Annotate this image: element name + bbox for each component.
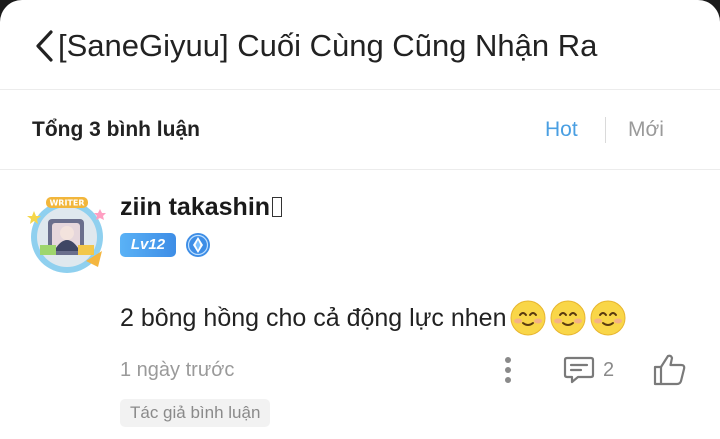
- comment-body: 2 bông hồng cho cả động lực nhen: [120, 298, 627, 338]
- smiley-emoji-icon: [590, 300, 625, 336]
- more-vertical-icon: [505, 357, 511, 383]
- header: [SaneGiyuu] Cuối Cùng Cũng Nhận Ra: [0, 0, 720, 90]
- back-button[interactable]: [30, 25, 58, 67]
- username[interactable]: ziin takashin: [120, 191, 283, 223]
- diamond-icon: [186, 233, 210, 257]
- author-tag: Tác giả bình luận: [120, 399, 271, 427]
- comment-icon: [563, 356, 595, 384]
- more-options-button[interactable]: [496, 353, 520, 387]
- comment-text: 2 bông hồng cho cả động lực nhen: [120, 304, 507, 332]
- sort-hot-tab[interactable]: Hot: [545, 90, 578, 170]
- thumbs-up-icon: [653, 354, 686, 386]
- reply-count: 2: [603, 358, 615, 381]
- comments-summary-bar: Tổng 3 bình luận Hot Mới: [0, 90, 720, 170]
- comment-item: WRITER ziin takashin Lv12 2 bông hồng ch…: [0, 171, 720, 439]
- chevron-left-icon: [36, 30, 53, 62]
- rank-badge: [185, 232, 211, 258]
- sort-new-tab[interactable]: Mới: [628, 90, 664, 170]
- sort-divider: [605, 117, 606, 143]
- username-symbol: [272, 197, 283, 217]
- level-badge: Lv12: [120, 233, 176, 257]
- comments-sheet: [SaneGiyuu] Cuối Cùng Cũng Nhận Ra Tổng …: [0, 0, 720, 439]
- comment-total: Tổng 3 bình luận: [32, 118, 200, 141]
- avatar-frame-text: WRITER: [49, 199, 84, 208]
- smiley-emoji-icon: [550, 300, 585, 336]
- avatar[interactable]: WRITER: [26, 193, 108, 275]
- like-button[interactable]: [652, 352, 688, 388]
- username-text: ziin takashin: [120, 193, 271, 221]
- comment-timestamp: 1 ngày trước: [120, 359, 235, 381]
- page-title: [SaneGiyuu] Cuối Cùng Cũng Nhận Ra: [58, 28, 598, 63]
- reply-button[interactable]: 2: [563, 353, 614, 387]
- smiley-emoji-icon: [510, 300, 545, 336]
